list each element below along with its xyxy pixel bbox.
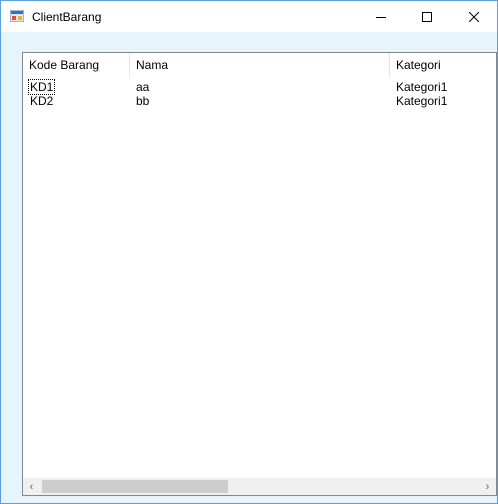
cell-nama: aa [136, 80, 150, 94]
cell-nama: bb [136, 94, 150, 108]
cell-kategori: Kategori1 [396, 80, 448, 94]
scroll-right-button[interactable]: › [479, 478, 496, 495]
chevron-left-icon: ‹ [29, 480, 34, 493]
form-client-area: Kode Barang Nama Kategori KD1 aa Kategor… [1, 32, 497, 503]
cell-kode: KD2 [30, 94, 54, 108]
cell-kategori: Kategori1 [396, 94, 448, 108]
app-window: ClientBarang Kode Barang Nama Kategori K… [0, 0, 498, 504]
horizontal-scrollbar[interactable]: ‹ › [23, 478, 496, 495]
close-icon [469, 11, 479, 22]
app-icon [10, 10, 24, 22]
minimize-button[interactable] [358, 1, 404, 32]
cell-kode: KD1 [27, 79, 56, 95]
scrollbar-thumb[interactable] [42, 480, 228, 493]
list-rows: KD1 aa Kategori1 KD2 bb Kategori1 [23, 79, 496, 108]
list-item[interactable]: KD1 aa Kategori1 [23, 79, 496, 95]
column-header-kode-barang[interactable]: Kode Barang [23, 53, 130, 78]
maximize-button[interactable] [404, 1, 450, 32]
maximize-icon [422, 11, 432, 22]
column-header-nama[interactable]: Nama [130, 53, 390, 78]
list-header: Kode Barang Nama Kategori [23, 53, 496, 78]
title-bar[interactable]: ClientBarang [1, 1, 497, 32]
chevron-right-icon: › [485, 480, 490, 493]
list-item[interactable]: KD2 bb Kategori1 [23, 94, 496, 108]
scroll-left-button[interactable]: ‹ [23, 478, 40, 495]
column-header-kategori[interactable]: Kategori [390, 53, 496, 78]
item-list-view[interactable]: Kode Barang Nama Kategori KD1 aa Kategor… [22, 52, 497, 496]
minimize-icon [376, 16, 386, 18]
window-title: ClientBarang [32, 10, 102, 24]
close-button[interactable] [451, 1, 497, 32]
